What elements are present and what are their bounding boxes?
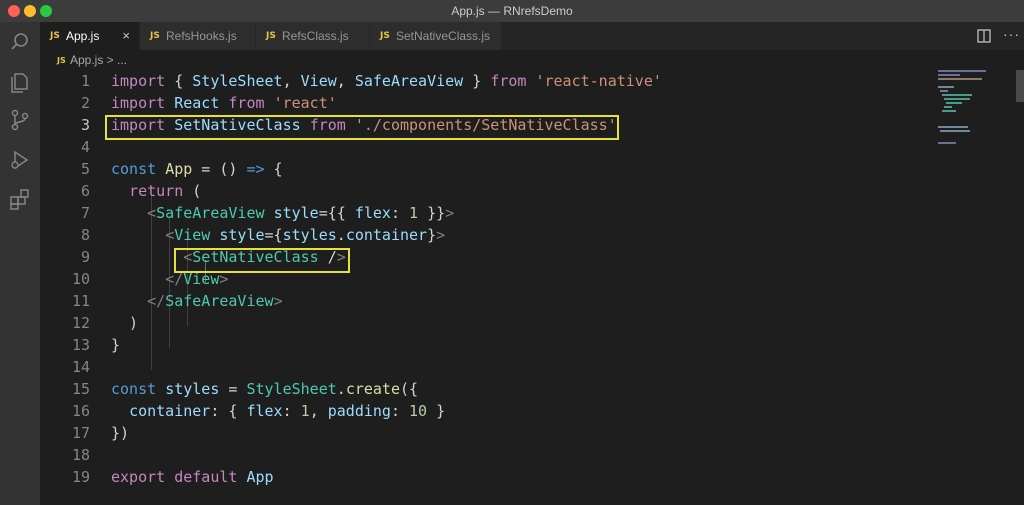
- code-text[interactable]: const App = () => {: [111, 158, 283, 180]
- tab-label: App.js: [66, 29, 100, 43]
- highlight-box-component: [174, 248, 350, 273]
- minimap[interactable]: [936, 70, 1016, 505]
- highlight-box-import: [105, 115, 619, 140]
- line-number: 3: [80, 116, 90, 134]
- code-line[interactable]: 13}: [40, 334, 926, 356]
- code-text[interactable]: import { StyleSheet, View, SafeAreaView …: [111, 70, 662, 92]
- line-number: 8: [80, 226, 90, 244]
- split-editor-icon[interactable]: [977, 29, 991, 48]
- js-file-icon: JS: [50, 31, 60, 41]
- code-line[interactable]: 14: [40, 356, 926, 378]
- tab-label: RefsClass.js: [282, 29, 349, 43]
- code-text[interactable]: return (: [111, 180, 201, 202]
- code-line[interactable]: 15 const styles = StyleSheet.create({: [40, 378, 926, 400]
- tab-bar: JS App.js × JS RefsHooks.js JS RefsClass…: [40, 22, 1024, 50]
- code-text[interactable]: container: { flex: 1, padding: 10 }: [111, 400, 445, 422]
- line-number: 16: [71, 402, 90, 420]
- title-bar: App.js — RNrefsDemo: [0, 0, 1024, 22]
- line-number: 4: [80, 138, 90, 156]
- code-line[interactable]: 19 export default App: [40, 466, 926, 488]
- code-editor[interactable]: 1 import { StyleSheet, View, SafeAreaView…: [40, 70, 926, 505]
- code-line[interactable]: 9 <SetNativeClass />: [40, 246, 926, 268]
- code-line[interactable]: 7 <SafeAreaView style={{ flex: 1 }}>: [40, 202, 926, 224]
- code-line[interactable]: 2 import React from 'react': [40, 92, 926, 114]
- code-line[interactable]: 1 import { StyleSheet, View, SafeAreaView…: [40, 70, 926, 92]
- tab-app-js[interactable]: JS App.js ×: [40, 22, 140, 50]
- tab-label: RefsHooks.js: [166, 29, 237, 43]
- line-number: 10: [71, 270, 90, 288]
- code-text[interactable]: import React from 'react': [111, 92, 337, 114]
- code-line[interactable]: 18: [40, 444, 926, 466]
- code-text[interactable]: }: [111, 334, 120, 356]
- line-number: 1: [80, 72, 90, 90]
- breadcrumb: JS App.js > ...: [40, 50, 1024, 70]
- line-number: 5: [80, 160, 90, 178]
- line-number: 7: [80, 204, 90, 222]
- line-number: 6: [80, 182, 90, 200]
- code-text[interactable]: <SafeAreaView style={{ flex: 1 }}>: [111, 202, 454, 224]
- more-actions-icon[interactable]: ···: [1003, 26, 1020, 42]
- extensions-icon[interactable]: [6, 185, 34, 213]
- code-line[interactable]: 17}): [40, 422, 926, 444]
- code-line[interactable]: 6 return (: [40, 180, 926, 202]
- line-number: 17: [71, 424, 90, 442]
- tab-refshooks-js[interactable]: JS RefsHooks.js: [140, 22, 256, 50]
- code-text[interactable]: export default App: [111, 466, 274, 488]
- code-text[interactable]: const styles = StyleSheet.create({: [111, 378, 418, 400]
- code-line[interactable]: 12 ): [40, 312, 926, 334]
- code-line[interactable]: 8 <View style={styles.container}>: [40, 224, 926, 246]
- run-debug-icon[interactable]: [6, 146, 34, 174]
- window-title: App.js — RNrefsDemo: [451, 4, 573, 18]
- tab-refsclass-js[interactable]: JS RefsClass.js: [256, 22, 370, 50]
- code-text[interactable]: }): [111, 422, 129, 444]
- search-icon[interactable]: [6, 28, 34, 56]
- js-file-icon: JS: [150, 31, 160, 41]
- line-number: 18: [71, 446, 90, 464]
- activity-bar: [0, 22, 40, 505]
- line-number: 14: [71, 358, 90, 376]
- line-number: 9: [80, 248, 90, 266]
- tab-setnativeclass-js[interactable]: JS SetNativeClass.js: [370, 22, 502, 50]
- line-number: 15: [71, 380, 90, 398]
- line-number: 11: [71, 292, 90, 310]
- tab-label: SetNativeClass.js: [396, 29, 491, 43]
- line-number: 13: [71, 336, 90, 354]
- scrollbar-thumb[interactable]: [1016, 70, 1024, 102]
- files-icon[interactable]: [6, 67, 34, 95]
- code-line[interactable]: 5 const App = () => {: [40, 158, 926, 180]
- js-file-icon: JS: [380, 31, 390, 41]
- code-text[interactable]: <View style={styles.container}>: [111, 224, 445, 246]
- line-number: 2: [80, 94, 90, 112]
- line-number: 19: [71, 468, 90, 486]
- source-control-icon[interactable]: [6, 106, 34, 134]
- close-icon[interactable]: ×: [122, 28, 130, 43]
- line-number: 12: [71, 314, 90, 332]
- code-text[interactable]: ): [111, 312, 138, 334]
- js-file-icon: JS: [57, 56, 66, 65]
- vertical-scrollbar[interactable]: [1016, 70, 1024, 505]
- js-file-icon: JS: [266, 31, 276, 41]
- code-line[interactable]: 16 container: { flex: 1, padding: 10 }: [40, 400, 926, 422]
- code-line[interactable]: 10 </View>: [40, 268, 926, 290]
- code-line[interactable]: 11 </SafeAreaView>: [40, 290, 926, 312]
- code-text[interactable]: </SafeAreaView>: [111, 290, 282, 312]
- breadcrumb-path[interactable]: App.js > ...: [70, 53, 127, 67]
